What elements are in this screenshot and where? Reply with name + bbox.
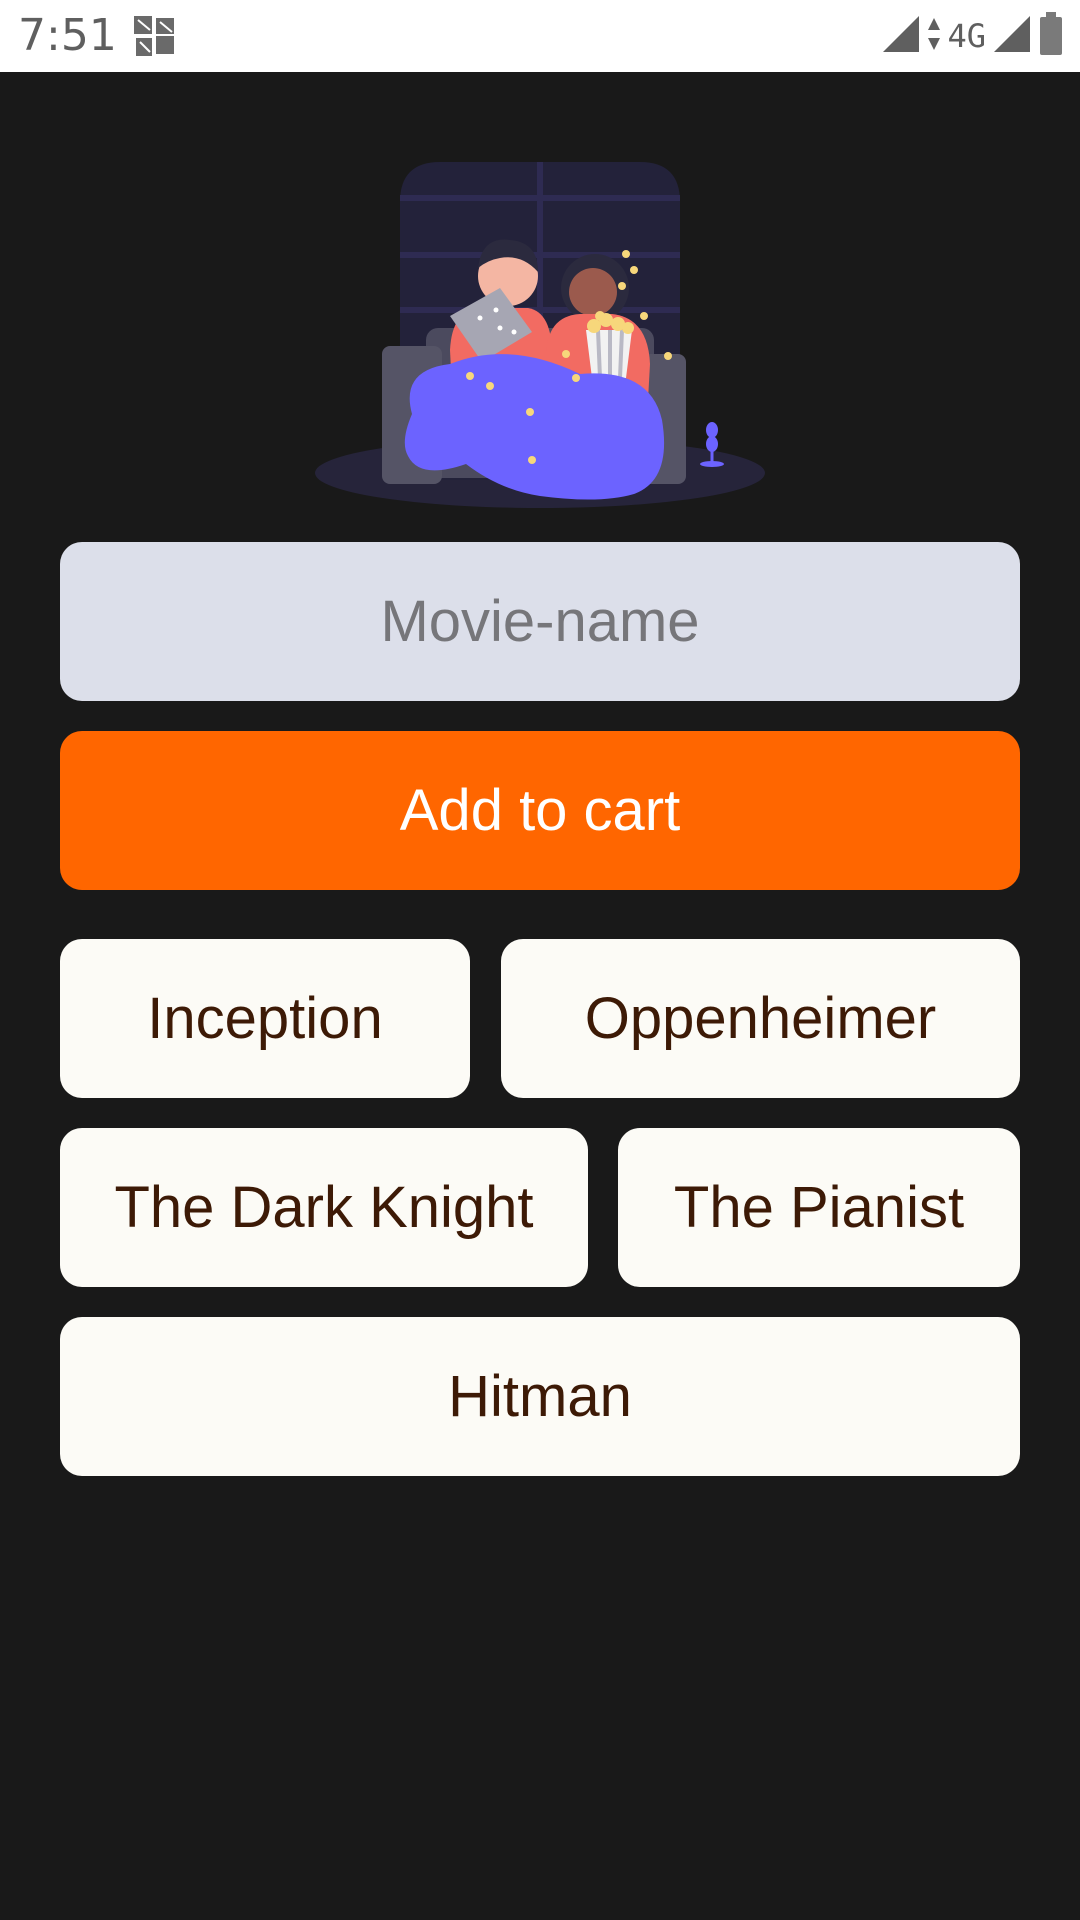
- movie-chip-inception[interactable]: Inception: [60, 939, 470, 1098]
- movie-chip-the-dark-knight[interactable]: The Dark Knight: [60, 1128, 588, 1287]
- battery-icon: [1038, 11, 1064, 61]
- add-to-cart-button[interactable]: Add to cart: [60, 731, 1020, 890]
- hero-illustration: [300, 150, 780, 520]
- movie-night-illustration: [315, 162, 765, 508]
- movie-chip-the-pianist[interactable]: The Pianist: [618, 1128, 1020, 1287]
- movie-name-input[interactable]: Movie-name: [60, 542, 1020, 701]
- data-arrows-icon: [927, 16, 941, 57]
- signal-icon: [881, 14, 921, 59]
- network-type: 4G: [947, 17, 986, 55]
- signal-icon: [992, 14, 1032, 59]
- status-time: 7:51: [18, 10, 117, 61]
- movie-chip-hitman[interactable]: Hitman: [60, 1317, 1020, 1476]
- status-bar: 7:51 4G: [0, 0, 1080, 72]
- movie-chip-oppenheimer[interactable]: Oppenheimer: [501, 939, 1020, 1098]
- app-notification-icon: [132, 14, 178, 58]
- movie-name-placeholder: Movie-name: [380, 589, 700, 654]
- status-icons: 4G: [881, 11, 1064, 61]
